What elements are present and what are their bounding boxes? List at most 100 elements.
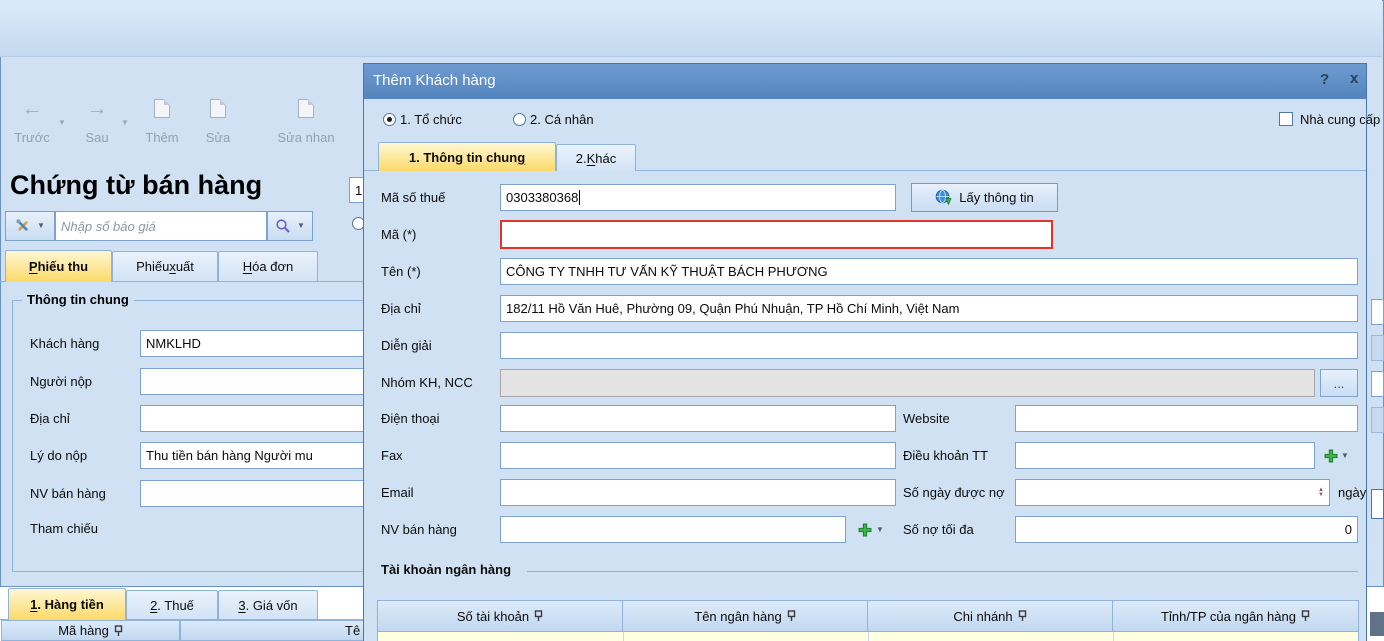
field-label: NV bán hàng bbox=[30, 486, 106, 501]
tab-gia-von[interactable]: 3. Giá vốn bbox=[218, 590, 318, 619]
description-input[interactable] bbox=[500, 332, 1358, 359]
bank-col-label: Số tài khoản bbox=[457, 609, 529, 624]
tab-phieu-thu[interactable]: Phiếu thu bbox=[5, 250, 112, 282]
reason-value: Thu tiền bán hàng Người mu bbox=[146, 448, 313, 463]
page-add-icon bbox=[154, 99, 170, 118]
max-debt-value: 0 bbox=[1345, 522, 1352, 537]
max-debt-label: Số nợ tối đa bbox=[903, 522, 974, 537]
payment-term-label: Điều khoản TT bbox=[903, 448, 988, 463]
radio-personal[interactable] bbox=[513, 113, 526, 126]
phone-input[interactable] bbox=[500, 405, 896, 432]
background-fragment bbox=[1371, 335, 1384, 361]
bank-col-label: Chi nhánh bbox=[953, 609, 1012, 624]
main-toolbar bbox=[0, 0, 1382, 57]
add-sales-person-icon[interactable] bbox=[858, 523, 872, 537]
tab-hang-tien[interactable]: 1. Hàng tiền bbox=[8, 588, 126, 620]
tools-wrench-icon bbox=[15, 218, 31, 234]
tab-phieu-xuat[interactable]: Phiếu xuất bbox=[112, 251, 218, 281]
fax-input[interactable] bbox=[500, 442, 896, 469]
grid-header-ten-hang[interactable]: Tê bbox=[180, 620, 364, 641]
payment-term-dropdown-icon[interactable]: ▼ bbox=[1341, 452, 1349, 460]
website-label: Website bbox=[903, 411, 950, 426]
supplier-checkbox[interactable] bbox=[1279, 112, 1293, 126]
debt-days-input[interactable]: ▲ ▼ bbox=[1015, 479, 1330, 506]
arrow-right-icon: → bbox=[87, 99, 108, 119]
phone-label: Điện thoại bbox=[381, 411, 440, 426]
website-input[interactable] bbox=[1015, 405, 1358, 432]
pin-icon[interactable] bbox=[534, 610, 543, 622]
fetch-info-button[interactable]: Lấy thông tin bbox=[911, 183, 1058, 212]
tab-khac[interactable]: 2. Khác bbox=[556, 144, 636, 171]
group-browse-button[interactable]: ... bbox=[1320, 369, 1358, 397]
quote-search-input[interactable]: Nhập số báo giá bbox=[55, 211, 267, 241]
payment-term-input[interactable] bbox=[1015, 442, 1315, 469]
bank-col-label: Tên ngân hàng bbox=[694, 609, 781, 624]
grid-header-ma-hang[interactable]: Mã hàng bbox=[1, 620, 180, 641]
fetch-info-label: Lấy thông tin bbox=[959, 190, 1033, 205]
pin-icon[interactable] bbox=[114, 625, 123, 637]
background-fragment bbox=[1371, 299, 1384, 325]
bank-col-account[interactable]: Số tài khoản bbox=[377, 600, 623, 632]
tab-thue[interactable]: 2. Thuế bbox=[126, 590, 218, 619]
bank-col-bank-name[interactable]: Tên ngân hàng bbox=[622, 600, 868, 632]
tab-hoa-don[interactable]: Hóa đơn bbox=[218, 251, 318, 281]
screen: Bán hàng hóa, dịch vụ trong nước - Tiền … bbox=[0, 0, 1384, 641]
general-info-group-title: Thông tin chung bbox=[22, 292, 134, 307]
add-label: Thêm bbox=[145, 130, 178, 145]
text-cursor bbox=[579, 190, 580, 205]
search-go-button[interactable]: ▼ bbox=[267, 211, 313, 241]
debt-days-suffix: ngày bbox=[1338, 485, 1366, 500]
group-label: Nhóm KH, NCC bbox=[381, 375, 473, 390]
supplier-checkbox-label[interactable]: Nhà cung cấp bbox=[1300, 112, 1380, 127]
pin-icon[interactable] bbox=[1301, 610, 1310, 622]
search-icon bbox=[275, 218, 291, 234]
address-label: Địa chỉ bbox=[381, 301, 421, 316]
code-input[interactable] bbox=[500, 220, 1053, 249]
grid-col2-label: Tê bbox=[345, 623, 360, 638]
add-payment-term-icon[interactable] bbox=[1324, 449, 1338, 463]
add-button[interactable]: Thêm bbox=[136, 97, 188, 147]
quick-edit-button[interactable]: Sửa nhan bbox=[250, 97, 362, 147]
address-input[interactable]: 182/11 Hồ Văn Huê, Phường 09, Quận Phú N… bbox=[500, 295, 1358, 322]
tax-code-label: Mã số thuế bbox=[381, 190, 445, 205]
search-settings-button[interactable]: ▼ bbox=[5, 211, 55, 241]
name-input[interactable]: CÔNG TY TNHH TƯ VẤN KỸ THUẬT BÁCH PHƯƠNG bbox=[500, 258, 1358, 285]
sales-person-label: NV bán hàng bbox=[381, 522, 457, 537]
bank-table-row[interactable] bbox=[377, 632, 1359, 641]
search-settings-caret-icon: ▼ bbox=[37, 222, 45, 230]
email-input[interactable] bbox=[500, 479, 896, 506]
tax-code-input[interactable]: 0303380368 bbox=[500, 184, 896, 211]
bank-col-branch[interactable]: Chi nhánh bbox=[867, 600, 1113, 632]
back-dropdown-icon[interactable]: ▼ bbox=[58, 119, 66, 127]
field-label: Lý do nộp bbox=[30, 448, 87, 463]
sales-person-buttons: ▼ bbox=[846, 516, 896, 543]
address-value: 182/11 Hồ Văn Huê, Phường 09, Quận Phú N… bbox=[506, 301, 959, 316]
forward-label: Sau bbox=[85, 130, 108, 145]
background-fragment bbox=[1371, 371, 1384, 397]
background-fragment bbox=[1371, 407, 1384, 433]
grid-col1-label: Mã hàng bbox=[58, 623, 109, 638]
forward-button[interactable]: → Sau bbox=[74, 97, 120, 147]
background-fragment bbox=[1370, 612, 1384, 636]
group-input bbox=[500, 369, 1315, 397]
close-icon[interactable]: x bbox=[1350, 70, 1358, 87]
max-debt-input[interactable]: 0 bbox=[1015, 516, 1358, 543]
spinner-down-icon[interactable]: ▼ bbox=[1318, 493, 1324, 498]
edit-label: Sửa bbox=[206, 130, 231, 145]
field-label: Địa chỉ bbox=[30, 411, 70, 426]
back-button[interactable]: ← Trước bbox=[6, 97, 58, 147]
pin-icon[interactable] bbox=[787, 610, 796, 622]
sales-person-dropdown-icon[interactable]: ▼ bbox=[876, 526, 884, 534]
radio-organization-label[interactable]: 1. Tổ chức bbox=[400, 112, 462, 127]
sales-person-input[interactable] bbox=[500, 516, 846, 543]
radio-organization[interactable] bbox=[383, 113, 396, 126]
help-icon[interactable]: ? bbox=[1320, 71, 1329, 88]
back-label: Trước bbox=[14, 130, 50, 145]
tab-thong-tin-chung[interactable]: 1. Thông tin chung bbox=[378, 142, 556, 171]
forward-dropdown-icon[interactable]: ▼ bbox=[121, 119, 129, 127]
pin-icon[interactable] bbox=[1018, 610, 1027, 622]
edit-button[interactable]: Sửa bbox=[196, 97, 240, 147]
radio-personal-label[interactable]: 2. Cá nhân bbox=[530, 112, 594, 127]
field-label: Người nộp bbox=[30, 374, 92, 389]
bank-col-province[interactable]: Tỉnh/TP của ngân hàng bbox=[1112, 600, 1359, 632]
